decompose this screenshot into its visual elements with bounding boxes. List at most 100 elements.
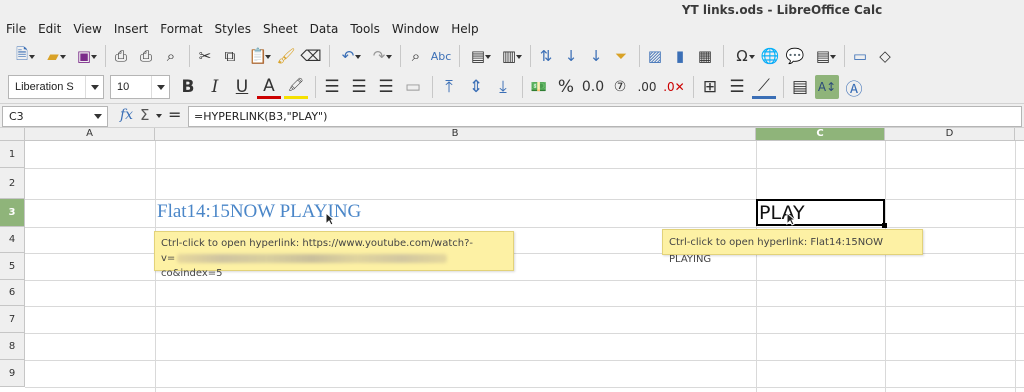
column-header-c[interactable]: C bbox=[756, 128, 885, 141]
row-header-8[interactable]: 8 bbox=[0, 333, 25, 360]
chevron-down-icon[interactable] bbox=[151, 76, 169, 98]
sort-ascending-icon[interactable]: ↓ bbox=[560, 44, 582, 68]
insert-chart-icon[interactable]: ▮ bbox=[669, 44, 691, 68]
copy-icon[interactable]: ⧉ bbox=[219, 44, 241, 68]
highlight-color-icon[interactable]: 🖍 bbox=[284, 75, 308, 99]
delete-decimal-icon[interactable]: .0✕ bbox=[662, 75, 686, 99]
menu-insert[interactable]: Insert bbox=[114, 22, 148, 36]
name-box[interactable]: C3 bbox=[2, 106, 108, 127]
column-header-a[interactable]: A bbox=[25, 128, 155, 141]
new-document-icon[interactable]: 🗎 bbox=[8, 44, 36, 68]
chevron-down-icon[interactable] bbox=[85, 76, 103, 98]
wrap-text-icon[interactable]: A↕ bbox=[815, 75, 839, 99]
insert-image-icon[interactable]: ▨ bbox=[644, 44, 666, 68]
menu-help[interactable]: Help bbox=[451, 22, 478, 36]
align-center-icon[interactable]: ☰ bbox=[347, 75, 371, 99]
font-name-value: Liberation S bbox=[15, 81, 74, 93]
pivot-table-icon[interactable]: ▦ bbox=[694, 44, 716, 68]
autofill-handle[interactable] bbox=[882, 223, 887, 228]
print-icon[interactable]: ⎙ bbox=[135, 44, 157, 68]
menu-data[interactable]: Data bbox=[310, 22, 339, 36]
column-header-b[interactable]: B bbox=[155, 128, 756, 141]
conditional-format-icon[interactable]: ▤ bbox=[788, 75, 812, 99]
row-header-7[interactable]: 7 bbox=[0, 306, 25, 333]
spelling-icon[interactable]: Abc bbox=[430, 44, 452, 68]
date-format-icon[interactable]: ⑦ bbox=[608, 75, 632, 99]
row-header-9[interactable]: 9 bbox=[0, 360, 25, 387]
clear-formatting-icon[interactable]: ⌫ bbox=[300, 44, 322, 68]
undo-icon[interactable]: ↶ bbox=[334, 44, 362, 68]
borders-icon[interactable]: ⊞ bbox=[698, 75, 722, 99]
export-pdf-icon[interactable]: ⎙ bbox=[110, 44, 132, 68]
percent-format-icon[interactable]: % bbox=[554, 75, 578, 99]
comment-icon[interactable]: 💬 bbox=[784, 44, 806, 68]
select-all-corner[interactable] bbox=[0, 128, 25, 141]
open-folder-icon[interactable]: ▰ bbox=[39, 44, 67, 68]
name-box-value: C3 bbox=[9, 110, 24, 123]
font-size-box[interactable]: 10 bbox=[110, 75, 170, 99]
row-header-5[interactable]: 5 bbox=[0, 253, 25, 280]
paste-icon[interactable]: 📋 bbox=[244, 44, 272, 68]
row-header-4[interactable]: 4 bbox=[0, 227, 25, 253]
border-color-icon[interactable]: ⟋ bbox=[752, 75, 776, 99]
add-decimal-icon[interactable]: .00 bbox=[635, 75, 659, 99]
currency-format-icon[interactable]: 💵 bbox=[527, 75, 551, 99]
center-vertically-icon[interactable]: ⇕ bbox=[464, 75, 488, 99]
sum-icon[interactable]: Σ bbox=[140, 106, 149, 124]
styles-icon[interactable]: Ⓐ bbox=[842, 75, 866, 100]
italic-icon[interactable]: I bbox=[203, 75, 227, 99]
merge-cells-icon[interactable]: ▭ bbox=[401, 75, 425, 99]
chevron-down-icon[interactable] bbox=[89, 107, 107, 126]
autofilter-icon[interactable]: ⏷ bbox=[610, 44, 632, 68]
menu-tools[interactable]: Tools bbox=[350, 22, 380, 36]
chevron-down-icon[interactable] bbox=[156, 114, 162, 121]
row-icon[interactable]: ▤ bbox=[464, 44, 492, 68]
align-top-icon[interactable]: ⤒ bbox=[437, 75, 461, 99]
column-header-d[interactable]: D bbox=[885, 128, 1015, 141]
formula-equals-icon[interactable]: = bbox=[168, 105, 181, 124]
row-header-1[interactable]: 1 bbox=[0, 141, 25, 168]
gridline bbox=[25, 227, 1024, 228]
menu-sheet[interactable]: Sheet bbox=[263, 22, 298, 36]
number-format-icon[interactable]: 0.0 bbox=[581, 75, 605, 99]
separator bbox=[693, 76, 694, 98]
sort-icon[interactable]: ⇅ bbox=[535, 44, 557, 68]
function-wizard-icon[interactable]: fx bbox=[120, 107, 133, 123]
font-color-icon[interactable]: A bbox=[257, 75, 281, 99]
menu-view[interactable]: View bbox=[73, 22, 101, 36]
tooltip-url-suffix: co&index=5 bbox=[161, 268, 223, 279]
menu-window[interactable]: Window bbox=[392, 22, 439, 36]
menu-format[interactable]: Format bbox=[160, 22, 202, 36]
clone-formatting-icon[interactable]: 🖌 bbox=[275, 44, 297, 68]
column-icon[interactable]: ▥ bbox=[495, 44, 523, 68]
menu-file[interactable]: File bbox=[6, 22, 26, 36]
row-header-3[interactable]: 3 bbox=[0, 199, 25, 227]
underline-icon[interactable]: U bbox=[230, 75, 254, 99]
column-header-e[interactable] bbox=[1015, 128, 1024, 141]
freeze-rows-icon[interactable]: ▭ bbox=[849, 44, 871, 68]
cut-icon[interactable]: ✂ bbox=[194, 44, 216, 68]
font-name-box[interactable]: Liberation S bbox=[8, 75, 104, 99]
border-style-icon[interactable]: ☰ bbox=[725, 75, 749, 99]
spreadsheet-grid[interactable]: A B C D 1 2 3 4 5 6 7 8 9 Flat14:15NOW P… bbox=[0, 128, 1024, 392]
align-right-icon[interactable]: ☰ bbox=[374, 75, 398, 99]
align-left-icon[interactable]: ☰ bbox=[320, 75, 344, 99]
headers-footers-icon[interactable]: ▤ bbox=[809, 44, 837, 68]
redo-icon[interactable]: ↷ bbox=[365, 44, 393, 68]
hyperlink-icon[interactable]: 🌐 bbox=[759, 44, 781, 68]
menu-edit[interactable]: Edit bbox=[38, 22, 61, 36]
cell-c3-selected[interactable]: PLAY bbox=[756, 199, 887, 228]
sort-descending-icon[interactable]: ↓ bbox=[585, 44, 607, 68]
menu-styles[interactable]: Styles bbox=[215, 22, 251, 36]
hyperlink-tooltip-b3: Ctrl-click to open hyperlink: https://ww… bbox=[154, 231, 514, 279]
row-header-6[interactable]: 6 bbox=[0, 280, 25, 306]
formula-input[interactable]: =HYPERLINK(B3,"PLAY") bbox=[188, 106, 1022, 127]
special-character-icon[interactable]: Ω bbox=[728, 44, 756, 68]
show-draw-functions-icon[interactable]: ◇ bbox=[874, 44, 896, 68]
save-icon[interactable]: ▣ bbox=[70, 44, 98, 68]
print-preview-icon[interactable]: ⌕ bbox=[160, 44, 182, 68]
bold-icon[interactable]: B bbox=[176, 75, 200, 99]
align-bottom-icon[interactable]: ⤓ bbox=[491, 75, 515, 99]
find-replace-icon[interactable]: ⌕ bbox=[405, 44, 427, 68]
row-header-2[interactable]: 2 bbox=[0, 168, 25, 199]
